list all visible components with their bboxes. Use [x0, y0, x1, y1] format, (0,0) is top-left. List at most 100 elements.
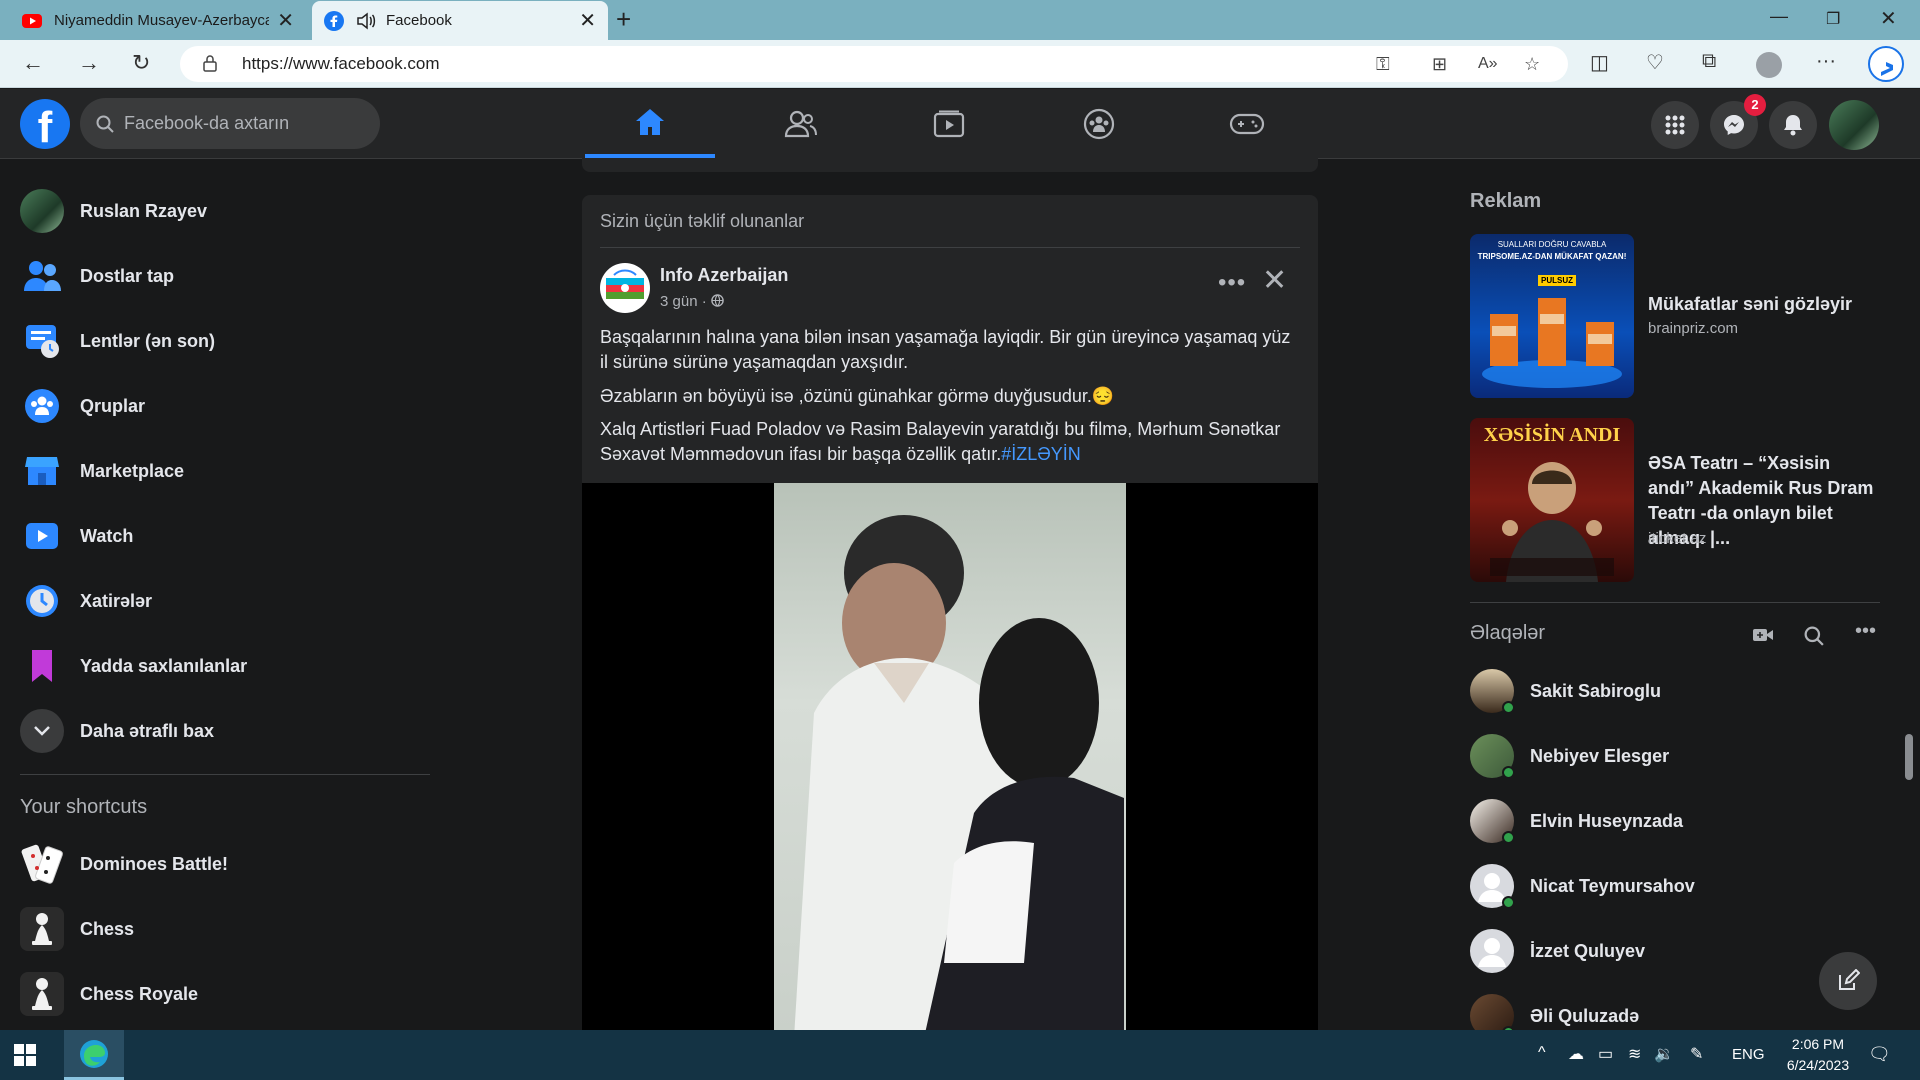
bing-icon[interactable]	[1868, 46, 1904, 88]
ad-image-xesisin-andi[interactable]: XƏSİSİN ANDI	[1470, 418, 1634, 582]
sidebar-divider	[20, 774, 430, 775]
new-tab-button[interactable]: +	[616, 4, 631, 35]
shortcut-label: Dominoes Battle!	[80, 853, 229, 874]
sidebar-item-label: Marketplace	[80, 460, 185, 481]
split-screen-icon[interactable]: ◫	[1590, 50, 1609, 75]
restore-icon[interactable]: ❐	[1826, 9, 1840, 29]
edge-taskbar-icon[interactable]	[64, 1030, 124, 1080]
menu-button[interactable]	[1651, 101, 1699, 149]
volume-icon[interactable]: 🔉	[1654, 1044, 1674, 1064]
nav-home-tab[interactable]	[585, 89, 715, 158]
post-video[interactable]	[582, 483, 1318, 1030]
gaming-icon	[1229, 113, 1265, 134]
page-scrollbar[interactable]	[1905, 734, 1913, 780]
grid-menu-icon	[1665, 115, 1685, 135]
ad-image-badge: PULSUZ	[1538, 275, 1576, 286]
ad-title[interactable]: Mükafatlar səni gözləyir	[1648, 292, 1880, 317]
favorites-icon[interactable]: ♡	[1646, 50, 1664, 75]
new-message-button[interactable]	[1819, 952, 1877, 1010]
key-icon[interactable]: ⚿	[1376, 54, 1390, 75]
refresh-icon[interactable]: ↻	[132, 50, 150, 76]
ad-image-text: XƏSİSİN ANDI	[1483, 424, 1621, 446]
groups-icon	[20, 384, 64, 428]
contact-avatar	[1470, 864, 1515, 909]
sidebar-item-feeds[interactable]: Lentlər (ən son)	[20, 316, 215, 366]
sidebar-item-label: Watch	[80, 525, 134, 546]
shortcut-chess[interactable]: Chess	[20, 904, 134, 954]
sidebar-item-profile[interactable]: Ruslan Rzayev	[20, 186, 207, 236]
sidebar-item-groups[interactable]: Qruplar	[20, 381, 145, 431]
tray-chevron-up-icon[interactable]: ^	[1538, 1044, 1546, 1062]
address-bar[interactable]: https://www.facebook.com ⚿ ⊞ A» ☆	[180, 46, 1568, 82]
taskbar-clock[interactable]: 2:06 PM 6/24/2023	[1776, 1034, 1860, 1076]
forward-icon[interactable]: →	[78, 50, 100, 76]
apps-icon[interactable]: ⊞	[1432, 54, 1447, 75]
sidebar-item-see-more[interactable]: Daha ətraflı bax	[20, 706, 214, 756]
read-aloud-icon[interactable]: A»	[1478, 55, 1498, 73]
close-window-icon[interactable]: ✕	[1880, 6, 1897, 31]
post-author[interactable]: Info Azerbaijan	[660, 265, 788, 286]
home-icon	[636, 108, 664, 135]
sidebar-item-saved[interactable]: Yadda saxlanılanlar	[20, 641, 247, 691]
lock-icon[interactable]	[202, 54, 218, 77]
hide-post-icon[interactable]: ✕	[1262, 263, 1287, 298]
notifications-button[interactable]	[1769, 101, 1817, 149]
contact-avatar	[1470, 799, 1515, 844]
ad-image-brainpriz[interactable]: SUALLARI DOĞRU CAVABLA TRIPSOME.AZ-DAN M…	[1470, 234, 1634, 398]
favorite-star-icon[interactable]: ☆	[1524, 54, 1540, 75]
minimize-icon[interactable]: —	[1770, 6, 1788, 27]
browser-tab-facebook[interactable]: Facebook ✕	[312, 1, 608, 40]
ad-source[interactable]: iticket.az	[1648, 530, 1706, 547]
ad-source[interactable]: brainpriz.com	[1648, 320, 1738, 337]
video-call-icon[interactable]	[1752, 626, 1774, 649]
nav-watch-tab[interactable]	[884, 89, 1014, 158]
contacts-options-icon[interactable]: •••	[1855, 620, 1876, 643]
notification-center-icon[interactable]: 🗨	[1868, 1044, 1891, 1065]
account-avatar[interactable]	[1829, 100, 1879, 150]
facebook-header: f Facebook-da axtarın	[0, 89, 1920, 159]
sidebar-item-watch[interactable]: Watch	[20, 511, 133, 561]
pen-icon[interactable]: ✎	[1690, 1044, 1703, 1064]
close-tab-icon[interactable]: ✕	[579, 8, 596, 33]
browser-tab-youtube[interactable]: Niyameddin Musayev-Azerbaycan ✕	[10, 1, 306, 40]
post-time[interactable]: 3 gün ·	[660, 293, 707, 310]
nav-gaming-tab[interactable]	[1182, 89, 1312, 158]
wifi-icon[interactable]: ≋	[1628, 1044, 1641, 1064]
url-text[interactable]: https://www.facebook.com	[242, 54, 439, 74]
search-input[interactable]: Facebook-da axtarın	[80, 98, 380, 149]
language-indicator[interactable]: ENG	[1732, 1046, 1765, 1063]
contact-item[interactable]: Elvin Huseynzada	[1470, 796, 1683, 846]
chevron-down-icon	[20, 709, 64, 753]
contact-item[interactable]: Sakit Sabiroglu	[1470, 666, 1661, 716]
search-contacts-icon[interactable]	[1804, 626, 1824, 652]
post-options-icon[interactable]: •••	[1218, 269, 1246, 297]
sidebar-item-marketplace[interactable]: Marketplace	[20, 446, 184, 496]
onedrive-cloud-icon[interactable]: ☁	[1568, 1044, 1584, 1064]
settings-more-icon[interactable]: ···	[1816, 50, 1836, 73]
suggested-label: Sizin üçün təklif olunanlar	[600, 211, 805, 231]
sidebar-item-memories[interactable]: Xatirələr	[20, 576, 152, 626]
collections-icon[interactable]: ⧉	[1702, 50, 1716, 73]
sidebar-item-find-friends[interactable]: Dostlar tap	[20, 251, 174, 301]
nav-friends-tab[interactable]	[736, 89, 866, 158]
post-text-paragraph: Başqalarının halına yana bilən insan yaş…	[600, 327, 1291, 372]
clock-date: 6/24/2023	[1786, 1057, 1850, 1073]
bell-icon	[1784, 115, 1802, 136]
post-hashtag[interactable]: #İZLƏYİN	[1001, 444, 1081, 464]
browser-profile-icon[interactable]	[1756, 52, 1782, 78]
nav-groups-tab[interactable]	[1034, 89, 1164, 158]
contact-item[interactable]: Nicat Teymursahov	[1470, 861, 1695, 911]
shortcut-dominoes[interactable]: Dominoes Battle!	[20, 839, 228, 889]
speaker-icon[interactable]	[356, 11, 376, 31]
battery-icon[interactable]: ▭	[1598, 1044, 1613, 1064]
close-tab-icon[interactable]: ✕	[277, 8, 294, 33]
contact-item[interactable]: İzzet Quluyev	[1470, 926, 1645, 976]
back-icon[interactable]: ←	[22, 50, 44, 76]
facebook-logo-icon[interactable]: f	[20, 99, 70, 149]
windows-start-icon[interactable]	[14, 1044, 36, 1071]
contact-avatar	[1470, 734, 1515, 779]
shortcut-chess-royale[interactable]: Chess Royale	[20, 969, 198, 1019]
page-avatar[interactable]	[600, 263, 650, 313]
contact-item[interactable]: Nebiyev Elesger	[1470, 731, 1669, 781]
contact-avatar	[1470, 929, 1514, 973]
